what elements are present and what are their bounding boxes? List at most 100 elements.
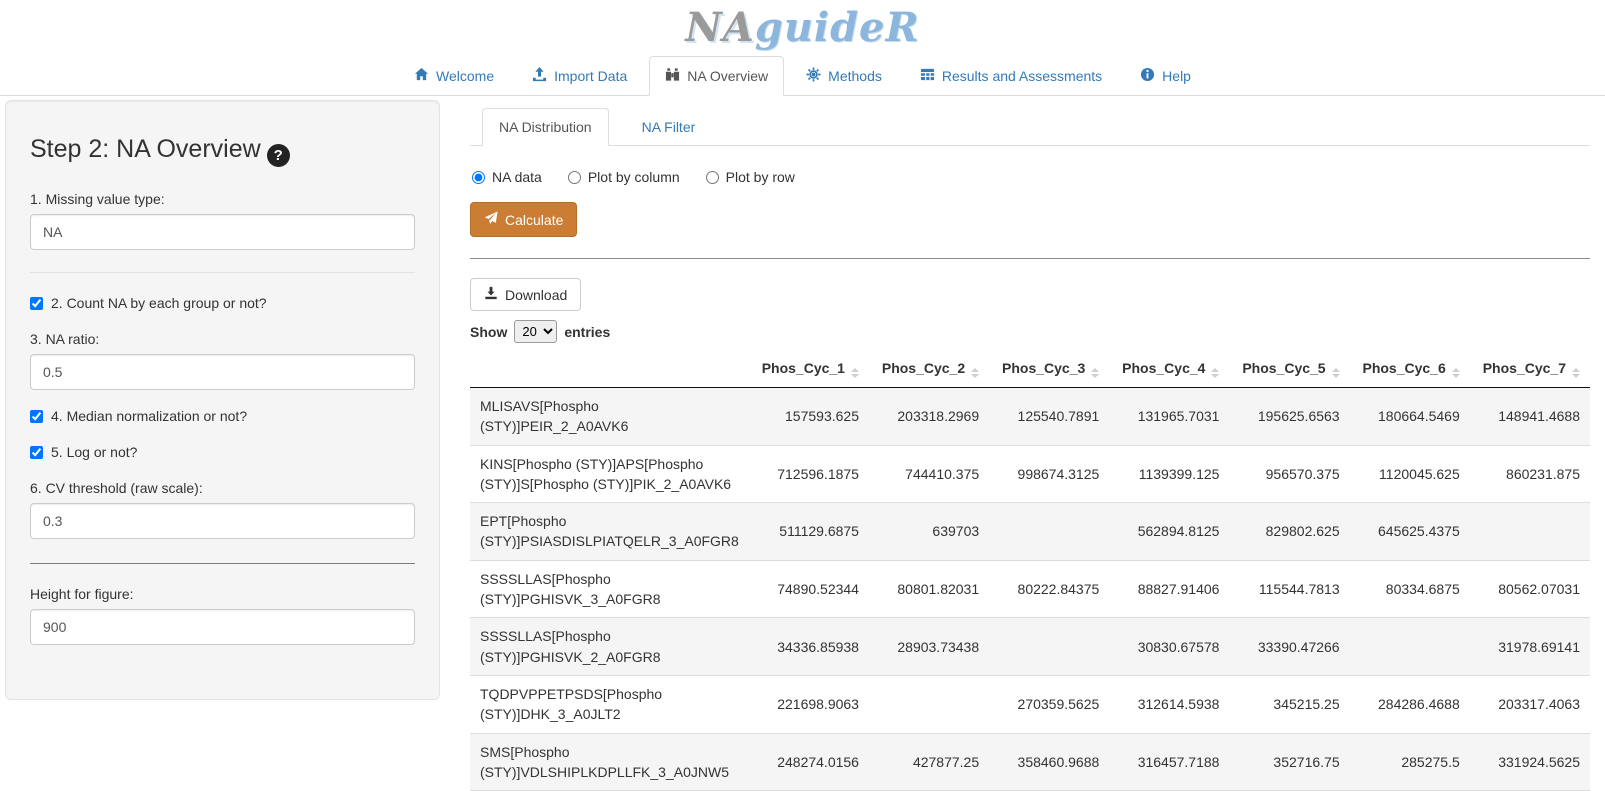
cell: 131965.7031: [1109, 388, 1229, 446]
nav-tab-label: Methods: [828, 68, 882, 84]
cell: 829802.625: [1229, 503, 1349, 561]
count-na-checkbox[interactable]: [30, 297, 43, 310]
column-header-label: Phos_Cyc_7: [1483, 360, 1566, 376]
cell: 80334.6875: [1350, 560, 1470, 618]
nav-tab-results[interactable]: Results and Assessments: [904, 56, 1118, 96]
cell: 203318.2969: [869, 388, 989, 446]
table-row: EPT[Phospho (STY)]PSIASDISLPIATQELR_3_A0…: [470, 503, 1590, 561]
column-header-phos-cyc-3[interactable]: Phos_Cyc_3: [989, 351, 1109, 388]
log-checkbox-row[interactable]: 5. Log or not?: [30, 444, 415, 460]
row-name-cell: SMS[Phospho (STY)]VDLSHIPLKDPLLFK_3_A0JN…: [470, 733, 749, 791]
column-header-phos-cyc-1[interactable]: Phos_Cyc_1: [749, 351, 869, 388]
missing-type-label: 1. Missing value type:: [30, 191, 415, 207]
cell: 80801.82031: [869, 560, 989, 618]
na-data-table: Phos_Cyc_1 Phos_Cyc_2 Phos_Cyc_3 Phos_Cy…: [470, 351, 1590, 791]
sub-tabs: NA Distribution NA Filter: [470, 108, 1590, 146]
radio-na-data-input[interactable]: [472, 171, 485, 184]
row-name-cell: SSSSLLAS[Phospho (STY)]PGHISVK_2_A0FGR8: [470, 618, 749, 676]
sidebar-divider-dark: [30, 563, 415, 564]
nav-tab-label: NA Overview: [687, 68, 768, 84]
nav-tab-label: Results and Assessments: [942, 68, 1102, 84]
na-ratio-group: 3. NA ratio:: [30, 331, 415, 390]
cell: 956570.375: [1229, 445, 1349, 503]
cell: 312614.5938: [1109, 675, 1229, 733]
log-checkbox[interactable]: [30, 446, 43, 459]
calculate-button[interactable]: Calculate: [470, 202, 577, 237]
missing-type-input[interactable]: [30, 214, 415, 250]
radio-label: NA data: [492, 169, 542, 185]
sidebar-divider: [30, 272, 415, 273]
cv-threshold-input[interactable]: [30, 503, 415, 539]
count-na-checkbox-row[interactable]: 2. Count NA by each group or not?: [30, 295, 415, 311]
radio-plot-by-column-input[interactable]: [568, 171, 581, 184]
sort-icon: [851, 368, 859, 378]
column-header-phos-cyc-7[interactable]: Phos_Cyc_7: [1470, 351, 1590, 388]
sidebar-title: Step 2: NA Overview?: [30, 135, 415, 167]
cell: 712596.1875: [749, 445, 869, 503]
table-length-control: Show 20 entries: [470, 320, 1590, 343]
figure-height-label: Height for figure:: [30, 586, 415, 602]
cell: 639703: [869, 503, 989, 561]
sidebar-title-text: Step 2: NA Overview: [30, 135, 261, 163]
cell: 345215.25: [1229, 675, 1349, 733]
column-header-label: Phos_Cyc_6: [1362, 360, 1445, 376]
sort-icon: [1091, 368, 1099, 378]
cell: [989, 503, 1109, 561]
logo-na-text: NA: [685, 4, 755, 51]
row-name-cell: EPT[Phospho (STY)]PSIASDISLPIATQELR_3_A0…: [470, 503, 749, 561]
radio-plot-by-row-input[interactable]: [706, 171, 719, 184]
help-question-icon[interactable]: ?: [267, 144, 290, 167]
cell: 562894.8125: [1109, 503, 1229, 561]
column-header-label: Phos_Cyc_2: [882, 360, 965, 376]
radio-plot-by-column[interactable]: Plot by column: [568, 169, 680, 185]
cell: [1350, 618, 1470, 676]
figure-height-input[interactable]: [30, 609, 415, 645]
download-button[interactable]: Download: [470, 278, 581, 311]
table-row: MLISAVS[Phospho (STY)]PEIR_2_A0AVK6 1575…: [470, 388, 1590, 446]
cell: 125540.7891: [989, 388, 1109, 446]
cell: 358460.9688: [989, 733, 1109, 791]
nav-tab-methods[interactable]: Methods: [790, 56, 898, 96]
cell: 270359.5625: [989, 675, 1109, 733]
table-row: TQDPVPPETPSDS[Phospho (STY)]DHK_3_A0JLT2…: [470, 675, 1590, 733]
cell: 80222.84375: [989, 560, 1109, 618]
cell: 80562.07031: [1470, 560, 1590, 618]
column-header-phos-cyc-5[interactable]: Phos_Cyc_5: [1229, 351, 1349, 388]
app-header: NAguideR: [0, 0, 1605, 56]
na-ratio-input[interactable]: [30, 354, 415, 390]
cell: 860231.875: [1470, 445, 1590, 503]
nav-tab-import-data[interactable]: Import Data: [516, 56, 643, 96]
nav-tab-welcome[interactable]: Welcome: [398, 56, 510, 96]
nav-tab-label: Welcome: [436, 68, 494, 84]
sort-icon: [1452, 368, 1460, 378]
nav-tab-na-overview[interactable]: NA Overview: [649, 56, 784, 96]
cell: 30830.67578: [1109, 618, 1229, 676]
nav-tab-help[interactable]: Help: [1124, 56, 1207, 96]
cell: 221698.9063: [749, 675, 869, 733]
median-norm-checkbox-row[interactable]: 4. Median normalization or not?: [30, 408, 415, 424]
table-row: KINS[Phospho (STY)]APS[Phospho (STY)]S[P…: [470, 445, 1590, 503]
median-norm-checkbox[interactable]: [30, 410, 43, 423]
cell: 33390.47266: [1229, 618, 1349, 676]
missing-type-group: 1. Missing value type:: [30, 191, 415, 250]
row-name-cell: TQDPVPPETPSDS[Phospho (STY)]DHK_3_A0JLT2: [470, 675, 749, 733]
row-name-cell: SSSSLLAS[Phospho (STY)]PGHISVK_3_A0FGR8: [470, 560, 749, 618]
radio-plot-by-row[interactable]: Plot by row: [706, 169, 795, 185]
nav-tab-label: Help: [1162, 68, 1191, 84]
info-icon: [1140, 67, 1155, 85]
cell: 203317.4063: [1470, 675, 1590, 733]
cell: 331924.5625: [1470, 733, 1590, 791]
column-header-phos-cyc-4[interactable]: Phos_Cyc_4: [1109, 351, 1229, 388]
cell: 645625.4375: [1350, 503, 1470, 561]
radio-na-data[interactable]: NA data: [472, 169, 542, 185]
table-row: SSSSLLAS[Phospho (STY)]PGHISVK_2_A0FGR8 …: [470, 618, 1590, 676]
na-ratio-label: 3. NA ratio:: [30, 331, 415, 347]
radio-label: Plot by row: [726, 169, 795, 185]
nav-tab-label: Import Data: [554, 68, 627, 84]
tab-na-filter[interactable]: NA Filter: [625, 108, 713, 146]
cell: 74890.52344: [749, 560, 869, 618]
tab-na-distribution[interactable]: NA Distribution: [482, 108, 609, 146]
page-length-select[interactable]: 20: [514, 320, 557, 343]
column-header-phos-cyc-6[interactable]: Phos_Cyc_6: [1350, 351, 1470, 388]
column-header-phos-cyc-2[interactable]: Phos_Cyc_2: [869, 351, 989, 388]
